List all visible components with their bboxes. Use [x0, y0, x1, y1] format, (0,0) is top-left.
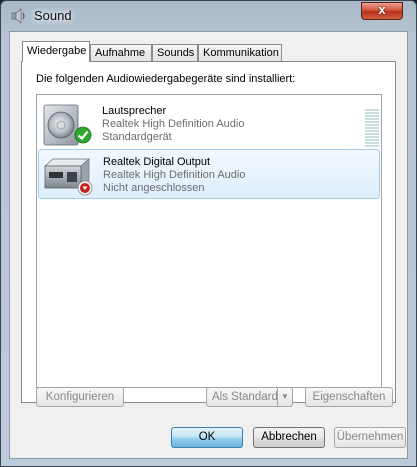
device-item-lautsprecher[interactable]: Lautsprecher Realtek High Definition Aud…: [38, 98, 380, 148]
tab-label: Kommunikation: [203, 47, 279, 59]
dialog-client-area: Wiedergabe Aufnahme Sounds Kommunikation…: [9, 31, 408, 459]
panel-intro-text: Die folgenden Audiowiedergabegeräte sind…: [36, 73, 296, 85]
configure-button-label: Konfigurieren: [45, 391, 115, 403]
close-button[interactable]: x: [361, 2, 403, 20]
window-title: Sound: [34, 8, 72, 23]
tab-label: Wiedergabe: [27, 45, 87, 57]
ok-button[interactable]: OK: [171, 427, 243, 448]
device-text: Realtek Digital Output Realtek High Defi…: [103, 156, 245, 194]
red-down-arrow-icon: [77, 180, 93, 196]
close-icon: x: [378, 2, 386, 17]
tab-wiedergabe[interactable]: Wiedergabe: [22, 41, 90, 62]
device-list[interactable]: Lautsprecher Realtek High Definition Aud…: [36, 94, 382, 388]
apply-button[interactable]: Übernehmen: [334, 427, 406, 448]
volume-level-meter: [365, 109, 379, 148]
device-name: Lautsprecher: [102, 105, 167, 117]
green-check-icon: [74, 126, 92, 144]
tab-label: Aufnahme: [95, 47, 146, 59]
ok-button-label: OK: [198, 431, 216, 443]
set-default-button-label: Als Standard: [212, 391, 278, 403]
speaker-icon: [11, 8, 27, 24]
properties-button[interactable]: Eigenschaften: [305, 387, 393, 407]
properties-button-label: Eigenschaften: [312, 391, 386, 403]
tab-aufnahme[interactable]: Aufnahme: [90, 44, 152, 61]
device-text: Lautsprecher Realtek High Definition Aud…: [102, 105, 244, 143]
cancel-button[interactable]: Abbrechen: [253, 427, 325, 448]
tab-sounds[interactable]: Sounds: [152, 44, 198, 61]
cancel-button-label: Abbrechen: [261, 431, 317, 443]
configure-button[interactable]: Konfigurieren: [36, 387, 124, 407]
sound-dialog-window: Sound x Wiedergabe Aufnahme Sounds Kommu…: [0, 0, 417, 467]
chevron-down-icon[interactable]: ▼: [277, 388, 292, 406]
tab-kommunikation[interactable]: Kommunikation: [198, 44, 282, 61]
device-driver: Realtek High Definition Audio: [102, 117, 245, 130]
device-name: Realtek Digital Output: [103, 156, 210, 168]
set-default-button[interactable]: Als Standard ▼: [206, 387, 293, 407]
device-item-digital-output[interactable]: Realtek Digital Output Realtek High Defi…: [38, 149, 380, 199]
title-bar[interactable]: Sound x: [1, 1, 416, 31]
playback-panel: Die folgenden Audiowiedergabegeräte sind…: [21, 61, 396, 403]
device-status: Nicht angeschlossen: [103, 181, 205, 194]
apply-button-label: Übernehmen: [336, 431, 404, 443]
device-driver: Realtek High Definition Audio: [103, 168, 246, 181]
tab-label: Sounds: [157, 47, 195, 59]
device-status: Standardgerät: [102, 130, 172, 143]
